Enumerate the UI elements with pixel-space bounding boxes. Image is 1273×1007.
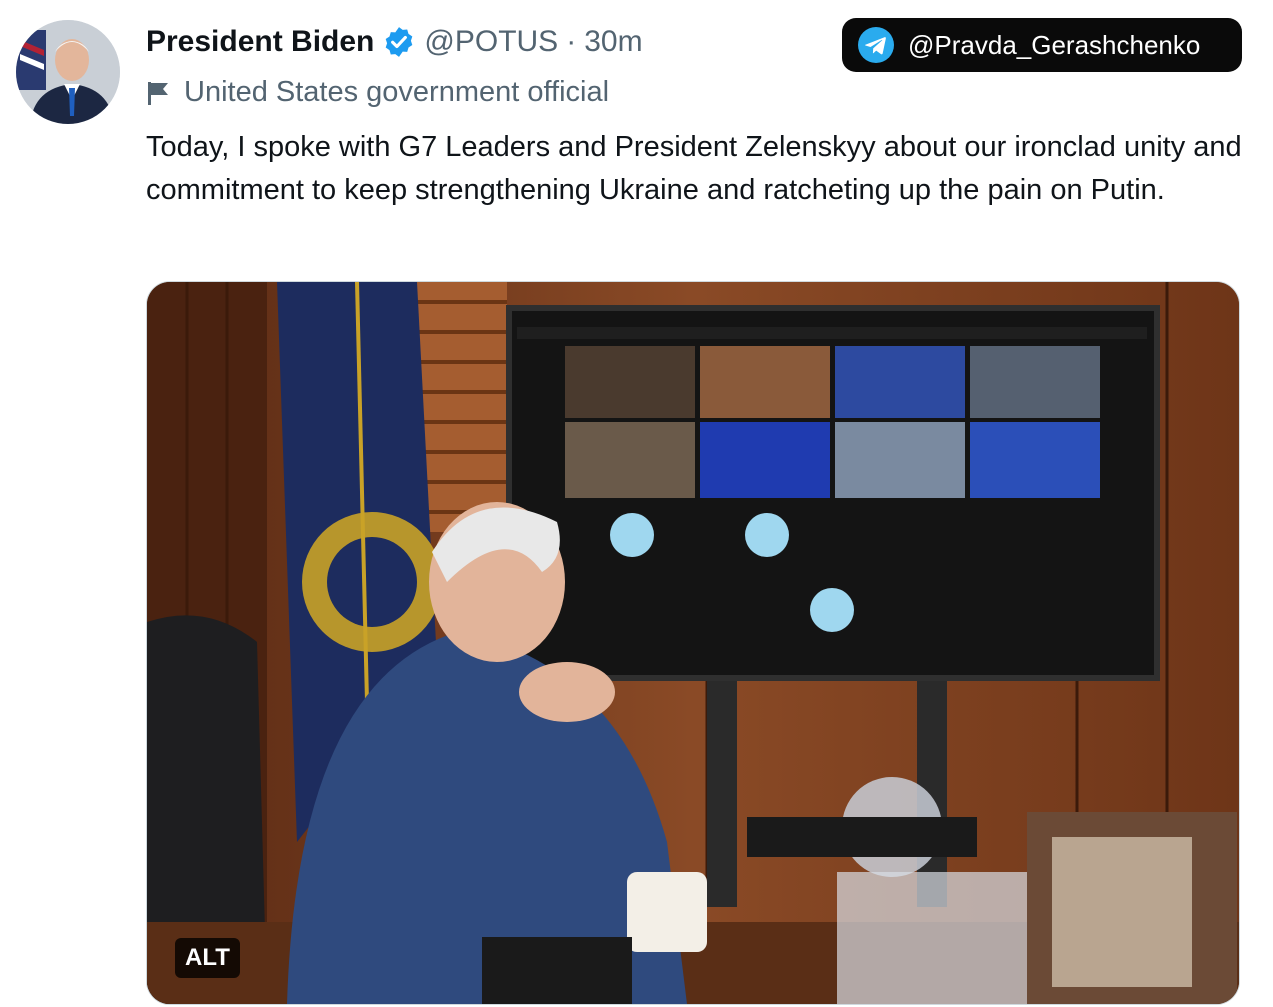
flag-icon — [146, 79, 172, 107]
tweet-photo[interactable]: ALT — [146, 281, 1240, 1005]
account-label-text[interactable]: United States government official — [184, 76, 609, 109]
photo-illustration — [147, 282, 1239, 1004]
verified-badge-icon[interactable] — [382, 25, 416, 59]
tweet-timestamp[interactable]: 30m — [584, 24, 642, 60]
telegram-icon — [858, 27, 894, 63]
tweet-header: President Biden @POTUS · 30m — [146, 24, 643, 60]
author-handle[interactable]: @POTUS — [424, 24, 558, 60]
avatar-image — [16, 20, 120, 124]
account-label: United States government official — [146, 76, 609, 109]
alt-text-badge[interactable]: ALT — [175, 938, 240, 978]
author-avatar[interactable] — [16, 20, 120, 124]
author-display-name[interactable]: President Biden — [146, 24, 374, 60]
telegram-watermark: @Pravda_Gerashchenko — [842, 18, 1242, 72]
separator-dot: · — [566, 25, 577, 58]
tweet-text: Today, I spoke with G7 Leaders and Presi… — [146, 131, 1242, 206]
watermark-text: @Pravda_Gerashchenko — [908, 29, 1201, 60]
